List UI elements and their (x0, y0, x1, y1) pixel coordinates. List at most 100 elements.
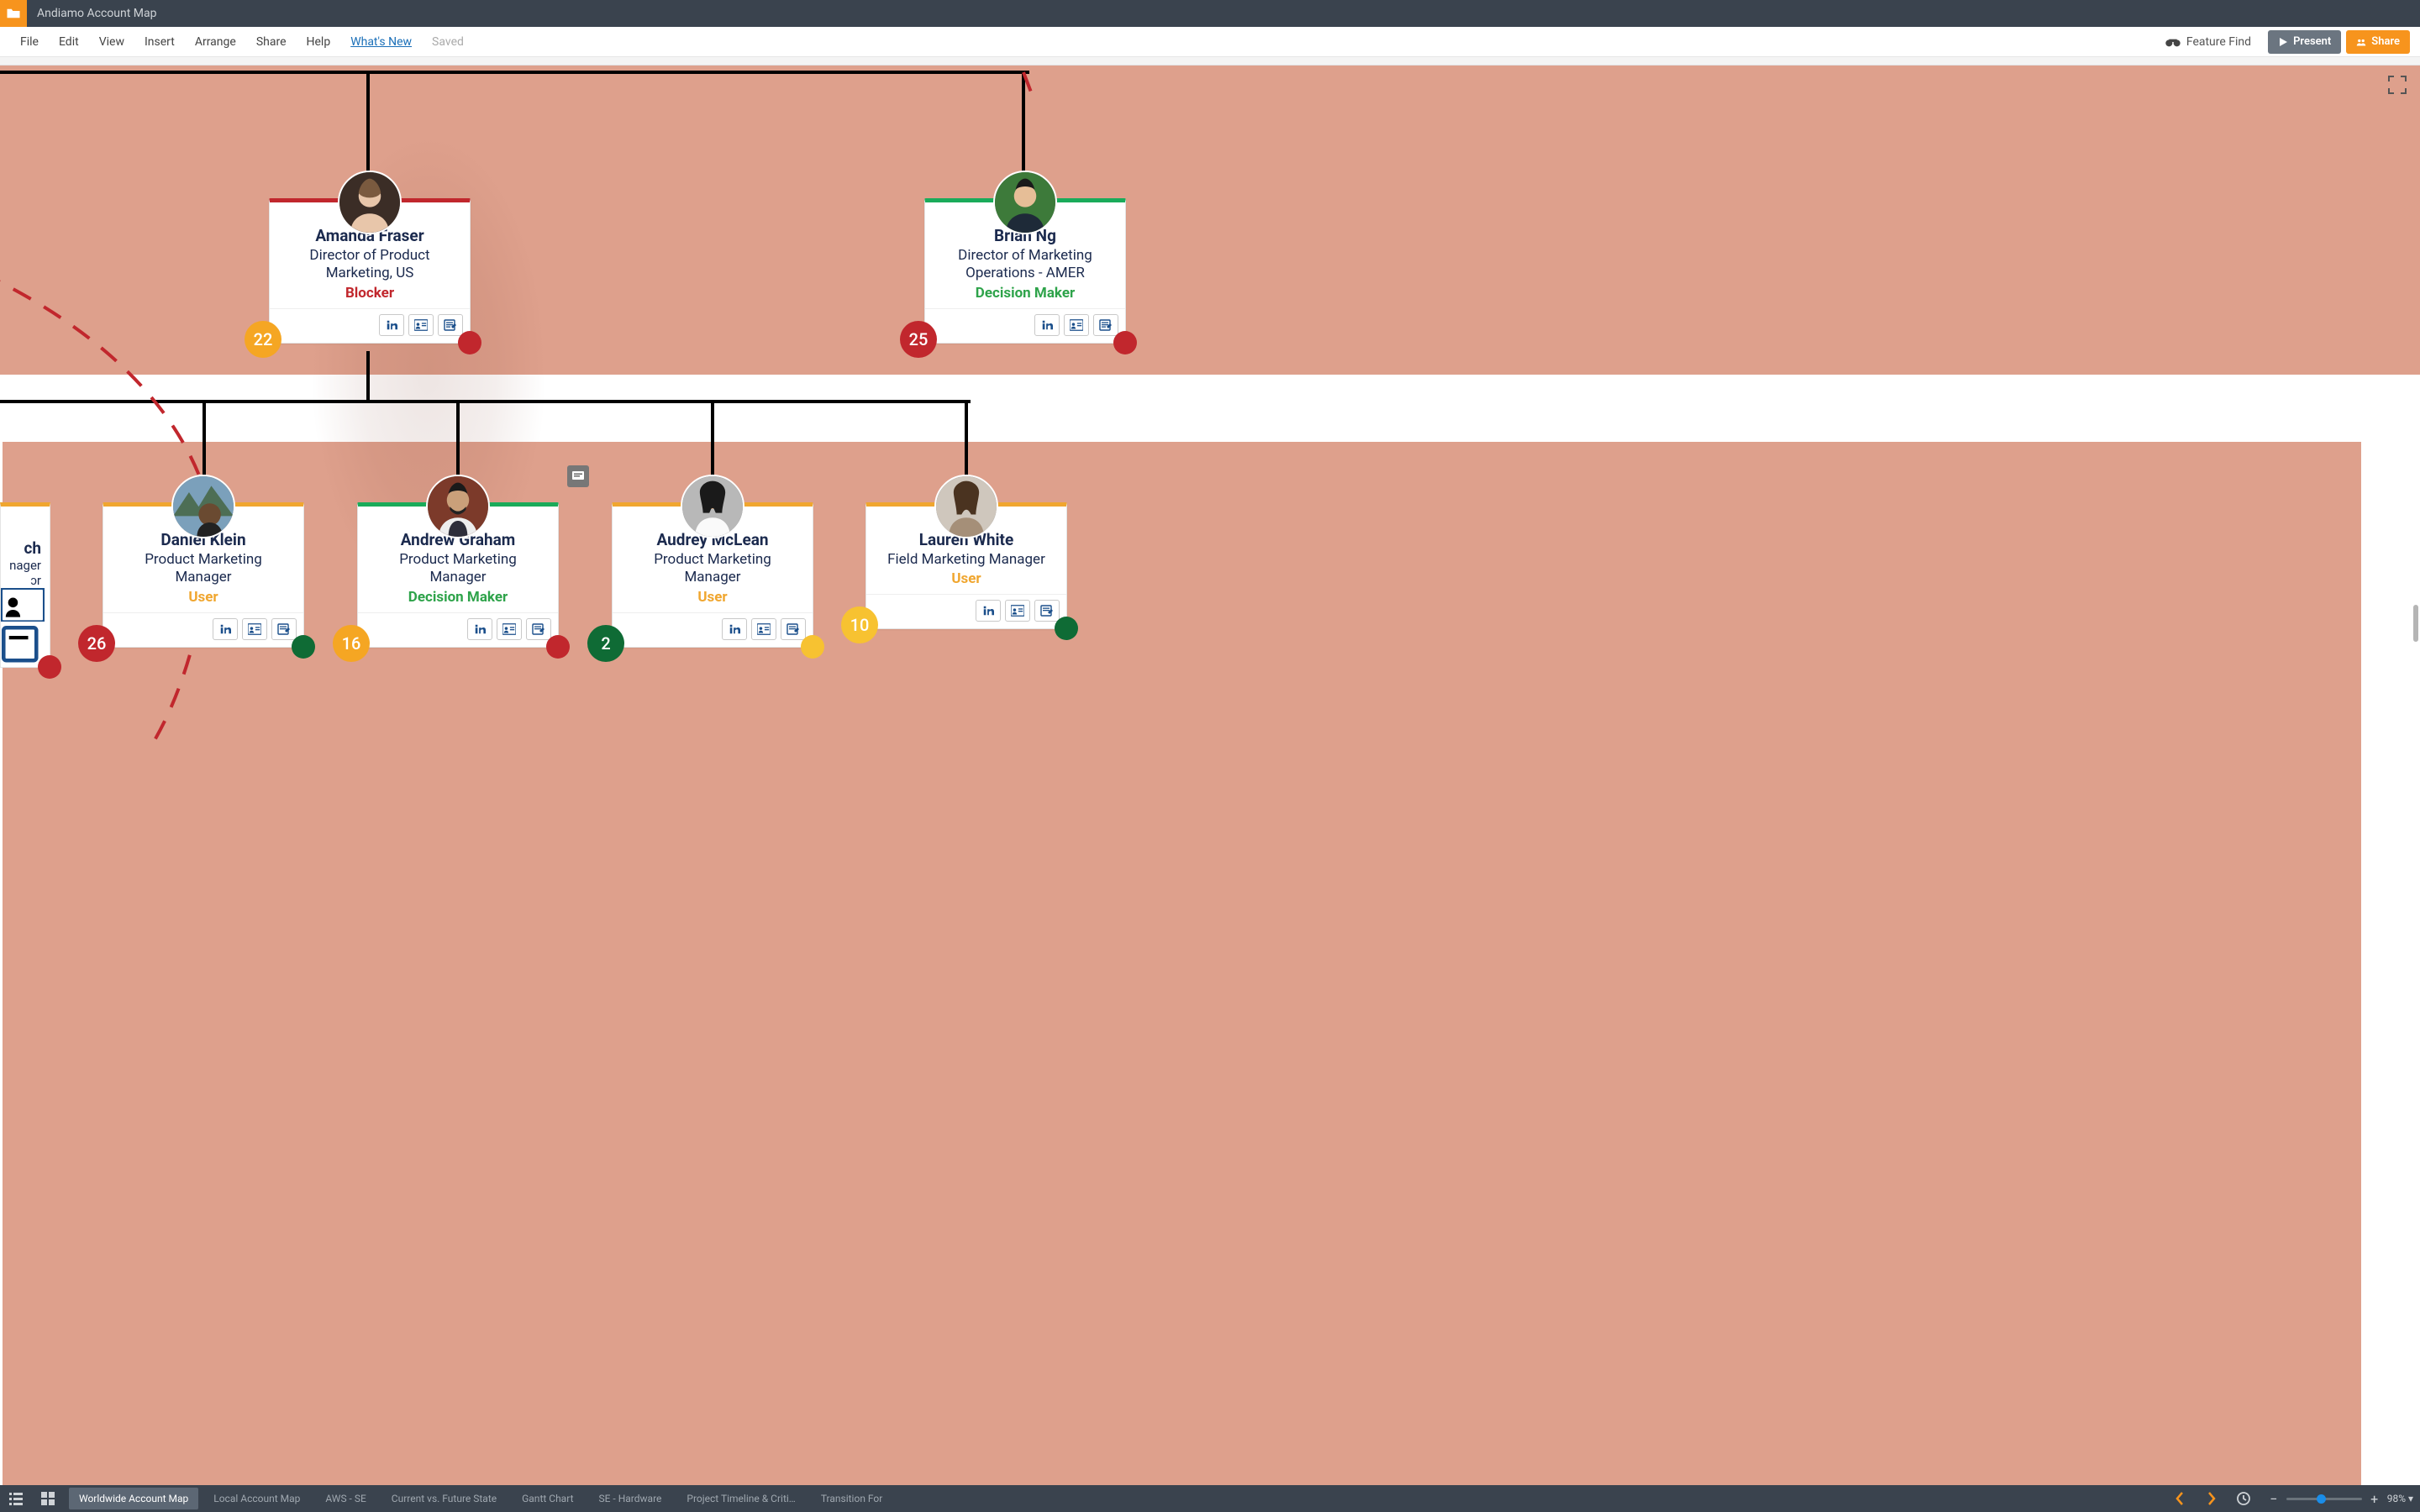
avatar (338, 171, 402, 234)
card-daniel-klein[interactable]: Daniel Klein Product Marketing Manager U… (103, 502, 304, 648)
feature-find-label: Feature Find (2186, 35, 2251, 49)
note-icon[interactable] (1, 625, 45, 667)
person-title: Product Marketing Manager (613, 551, 813, 589)
person-role: User (103, 589, 303, 612)
card-andrew-graham[interactable]: Andrew Graham Product Marketing Manager … (357, 502, 559, 648)
note-icon[interactable] (271, 618, 297, 640)
canvas[interactable]: Amanda Fraser Director of Product Market… (0, 66, 2420, 1485)
tab-local[interactable]: Local Account Map (203, 1488, 310, 1509)
card-amanda-fraser[interactable]: Amanda Fraser Director of Product Market… (269, 198, 471, 344)
note-icon[interactable] (1034, 600, 1060, 622)
status-dot (38, 655, 61, 679)
count-badge: 22 (245, 321, 281, 358)
menu-arrange[interactable]: Arrange (185, 27, 246, 57)
zoom-out-icon[interactable]: − (2266, 1491, 2281, 1507)
history-icon[interactable] (2228, 1485, 2260, 1512)
card-audrey-mclean[interactable]: Audrey McLean Product Marketing Manager … (612, 502, 813, 648)
status-dot (1113, 331, 1137, 354)
tab-worldwide[interactable]: Worldwide Account Map (69, 1488, 198, 1509)
person-role: User (613, 589, 813, 612)
menu-help[interactable]: Help (297, 27, 341, 57)
doc-title[interactable]: Andiamo Account Map (27, 7, 157, 20)
card-lauren-white[interactable]: Lauren White Field Marketing Manager Use… (865, 502, 1067, 629)
menu-edit[interactable]: Edit (49, 27, 89, 57)
contact-card-icon[interactable] (1064, 314, 1089, 336)
contact-card-icon[interactable] (1005, 600, 1030, 622)
note-tag-icon[interactable] (567, 465, 589, 487)
fullscreen-icon[interactable] (2388, 76, 2408, 96)
grid-view-icon[interactable] (32, 1485, 64, 1512)
tab-gantt[interactable]: Gantt Chart (512, 1488, 583, 1509)
status-dot (801, 635, 824, 659)
card-brian-ng[interactable]: Brian Ng Director of Marketing Operation… (924, 198, 1126, 344)
tab-aws-se[interactable]: AWS - SE (315, 1488, 376, 1509)
linkedin-icon[interactable] (379, 314, 404, 336)
status-dot (546, 635, 570, 659)
person-title: Product Marketing Manager (358, 551, 558, 589)
count-badge: 10 (841, 606, 878, 643)
contact-card-icon[interactable] (497, 618, 522, 640)
linkedin-icon[interactable] (213, 618, 238, 640)
menu-insert[interactable]: Insert (134, 27, 185, 57)
count-badge: 16 (333, 625, 370, 662)
person-role: Blocker (270, 285, 470, 308)
avatar (934, 475, 998, 538)
note-icon[interactable] (438, 314, 463, 336)
zoom-in-icon[interactable]: + (2367, 1491, 2382, 1507)
linkedin-icon[interactable] (976, 600, 1001, 622)
tab-prev-icon[interactable] (2164, 1485, 2196, 1512)
zoom-label[interactable]: 98% ▾ (2387, 1493, 2413, 1504)
contact-card-icon[interactable] (1, 588, 45, 625)
tab-transition[interactable]: Transition For (811, 1488, 893, 1509)
tabs-strip: Worldwide Account Map Local Account Map … (64, 1485, 2164, 1512)
count-badge: 2 (587, 625, 624, 662)
person-role: Decision Maker (358, 589, 558, 612)
scrollbar-vert[interactable] (2413, 605, 2418, 642)
person-title2: ɔr (1, 573, 50, 588)
contact-card-icon[interactable] (751, 618, 776, 640)
person-name: ch (1, 538, 50, 558)
contact-card-icon[interactable] (242, 618, 267, 640)
avatar (171, 475, 235, 538)
card-partial[interactable]: ch nager ɔr (0, 502, 50, 668)
list-view-icon[interactable] (0, 1485, 32, 1512)
avatar (426, 475, 490, 538)
person-title: Field Marketing Manager (866, 551, 1066, 570)
tab-se-hardware[interactable]: SE - Hardware (589, 1488, 672, 1509)
linkedin-icon[interactable] (467, 618, 492, 640)
app-icon[interactable] (0, 0, 27, 27)
zoom-slider[interactable] (2286, 1498, 2362, 1500)
tab-timeline[interactable]: Project Timeline & Criti… (676, 1488, 805, 1509)
linkedin-icon[interactable] (1034, 314, 1060, 336)
binoculars-icon (2165, 36, 2181, 48)
menu-view[interactable]: View (89, 27, 134, 57)
menu-share[interactable]: Share (246, 27, 297, 57)
menu-saved: Saved (422, 27, 474, 57)
note-icon[interactable] (1093, 314, 1118, 336)
person-title: Director of Marketing Operations - AMER (925, 247, 1125, 285)
tab-current-future[interactable]: Current vs. Future State (381, 1488, 507, 1509)
person-role: Decision Maker (925, 285, 1125, 308)
status-dot (458, 331, 481, 354)
contact-card-icon[interactable] (408, 314, 434, 336)
share-label: Share (2371, 35, 2400, 48)
person-title: Director of Product Marketing, US (270, 247, 470, 285)
menu-whatsnew[interactable]: What's New (340, 27, 422, 57)
tab-next-icon[interactable] (2196, 1485, 2228, 1512)
present-button[interactable]: Present (2268, 30, 2341, 54)
present-label: Present (2293, 35, 2331, 48)
avatar (681, 475, 744, 538)
person-role: User (866, 570, 1066, 594)
ruler (0, 57, 2420, 66)
menu-file[interactable]: File (10, 27, 49, 57)
person-title: Product Marketing Manager (103, 551, 303, 589)
play-icon (2278, 37, 2288, 47)
note-icon[interactable] (781, 618, 806, 640)
feature-find[interactable]: Feature Find (2165, 35, 2263, 49)
linkedin-icon[interactable] (722, 618, 747, 640)
note-icon[interactable] (526, 618, 551, 640)
share-button[interactable]: Share (2346, 30, 2410, 54)
count-badge: 26 (78, 625, 115, 662)
person-title: nager (1, 558, 50, 573)
people-icon (2356, 37, 2366, 47)
